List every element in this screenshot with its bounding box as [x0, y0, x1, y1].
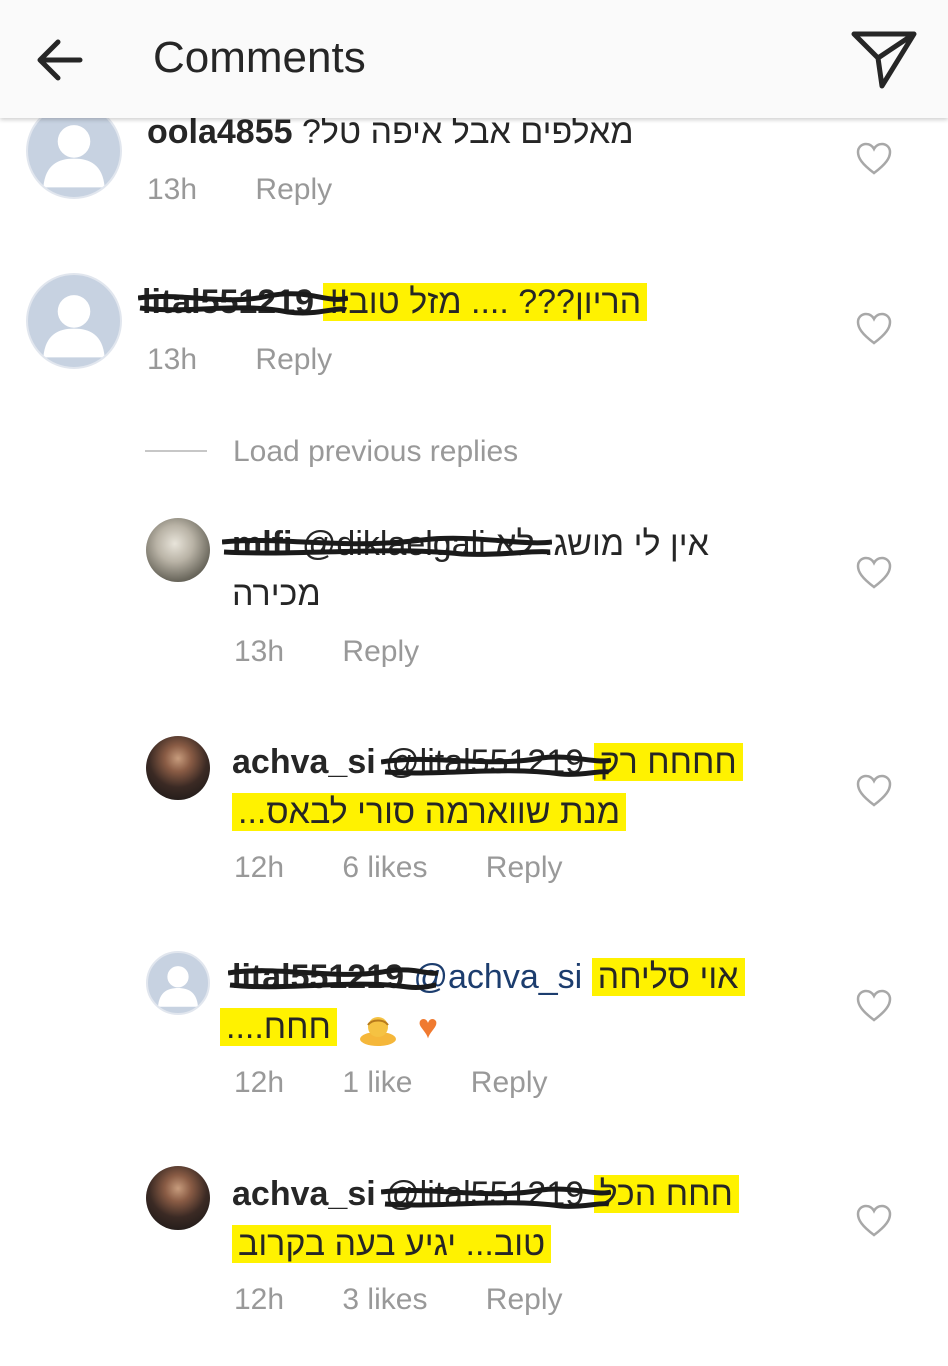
comment-text: lital551219 הריון??? .... מזל טוב!!: [138, 280, 648, 324]
reply-text-line-1: achva_si @lital551219 חחח הכל: [232, 1172, 739, 1216]
avatar[interactable]: [146, 1166, 210, 1230]
comment-meta: 13h Reply: [147, 340, 382, 380]
reply-item: lital551219 @achva_si אוי סליחה חחח.... …: [0, 935, 948, 1135]
heart-outline-icon[interactable]: [856, 774, 892, 808]
reply-meta: 12h 3 likes Reply: [234, 1280, 613, 1320]
orange-heart-emoji: ♥: [417, 1008, 439, 1046]
reply-meta: 12h 6 likes Reply: [234, 848, 613, 888]
comment-item: lital551219 הריון??? .... מזל טוב!! 13h …: [0, 240, 948, 410]
timestamp: 12h: [234, 1066, 285, 1099]
heart-outline-icon[interactable]: [856, 556, 892, 590]
page-title: Comments: [153, 33, 366, 82]
reply-body-2: מנת שווארמה סורי לבאס...: [232, 793, 627, 831]
reply-body: חחחח רק: [593, 743, 743, 781]
arrow-left-icon[interactable]: [30, 30, 90, 90]
person-bowing-emoji: [360, 1017, 397, 1047]
reply-body-2: טוב... יגיע בעה בקרוב: [232, 1225, 552, 1263]
reply-button[interactable]: Reply: [486, 848, 563, 888]
reply-text-line-2: חחח.... ♥: [220, 1005, 438, 1049]
comment-username[interactable]: lital551219: [138, 280, 348, 324]
likes-count[interactable]: 6 likes: [342, 848, 427, 888]
reply-mention[interactable]: @achva_si: [413, 958, 582, 996]
comment-username[interactable]: oola4855: [147, 113, 293, 151]
reply-button[interactable]: Reply: [342, 632, 419, 672]
heart-outline-icon[interactable]: [856, 989, 892, 1023]
reply-mention[interactable]: @lital551219: [381, 1172, 612, 1216]
reply-meta: 12h 1 like Reply: [234, 1063, 598, 1103]
heart-outline-icon[interactable]: [856, 1204, 892, 1238]
paper-plane-icon[interactable]: [848, 24, 920, 92]
default-avatar-icon[interactable]: [146, 951, 210, 1015]
avatar[interactable]: [146, 518, 210, 582]
heart-outline-icon[interactable]: [856, 142, 892, 176]
reply-button[interactable]: Reply: [486, 1280, 563, 1320]
reply-mention[interactable]: @lital551219: [381, 740, 612, 784]
reply-body: אוי סליחה: [591, 958, 745, 996]
timestamp: 13h: [147, 343, 198, 376]
reply-username[interactable]: achva_si: [232, 1175, 376, 1213]
timestamp: 13h: [234, 635, 285, 668]
likes-count[interactable]: 1 like: [342, 1063, 412, 1103]
top-bar: Comments: [0, 0, 948, 118]
heart-outline-icon[interactable]: [856, 312, 892, 346]
reply-mention[interactable]: @diklaelgali: [221, 522, 552, 566]
reply-body-2: חחח....: [220, 1008, 337, 1046]
reply-body: חחח הכל: [593, 1175, 739, 1213]
reply-item: achva_si @lital551219 חחחח רק מנת שווארמ…: [0, 720, 948, 920]
reply-text-line-2: מנת שווארמה סורי לבאס...: [232, 790, 627, 834]
load-previous-label[interactable]: Load previous replies: [233, 430, 518, 474]
reply-item: mlfi @diklaelgali אין לי מושג. לא מכירה …: [0, 500, 948, 700]
timestamp: 12h: [234, 1283, 285, 1316]
comment-body: הריון??? .... מזל טוב!!: [323, 283, 648, 321]
divider: [145, 450, 207, 452]
default-avatar-icon[interactable]: [26, 273, 122, 369]
reply-text-line-1: lital551219 @achva_si אוי סליחה: [228, 955, 745, 999]
reply-username[interactable]: lital551219: [228, 955, 438, 999]
avatar[interactable]: [146, 736, 210, 800]
likes-count[interactable]: 3 likes: [342, 1280, 427, 1320]
comment-body: מאלפים אבל איפה טל?: [301, 113, 634, 151]
reply-button[interactable]: Reply: [255, 170, 332, 210]
reply-text-line-1: achva_si @lital551219 חחחח רק: [232, 740, 743, 784]
reply-item: achva_si @lital551219 חחח הכל טוב... יגי…: [0, 1150, 948, 1360]
reply-text-line-2: טוב... יגיע בעה בקרוב: [232, 1222, 552, 1266]
reply-username[interactable]: achva_si: [232, 743, 376, 781]
reply-button[interactable]: Reply: [255, 340, 332, 380]
comment-meta: 13h Reply: [147, 170, 382, 210]
timestamp: 13h: [147, 173, 198, 206]
reply-meta: 13h Reply: [234, 632, 469, 672]
reply-button[interactable]: Reply: [471, 1063, 548, 1103]
reply-text-line-1: mlfi @diklaelgali אין לי מושג. לא: [221, 522, 709, 566]
reply-text-line-2: מכירה: [232, 575, 321, 613]
timestamp: 12h: [234, 851, 285, 884]
